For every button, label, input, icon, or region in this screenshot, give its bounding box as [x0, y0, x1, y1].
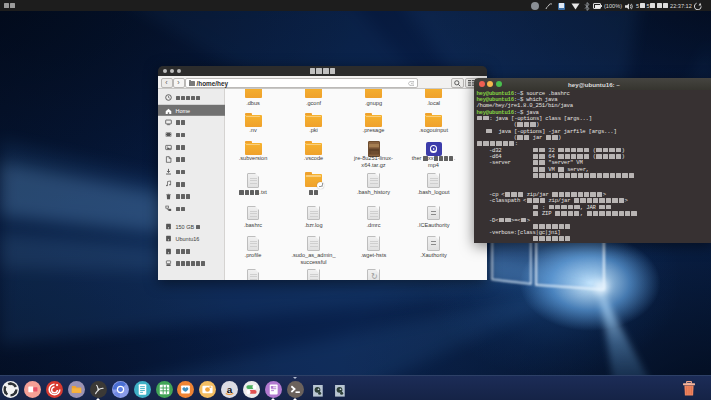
- svg-text:a: a: [227, 383, 233, 394]
